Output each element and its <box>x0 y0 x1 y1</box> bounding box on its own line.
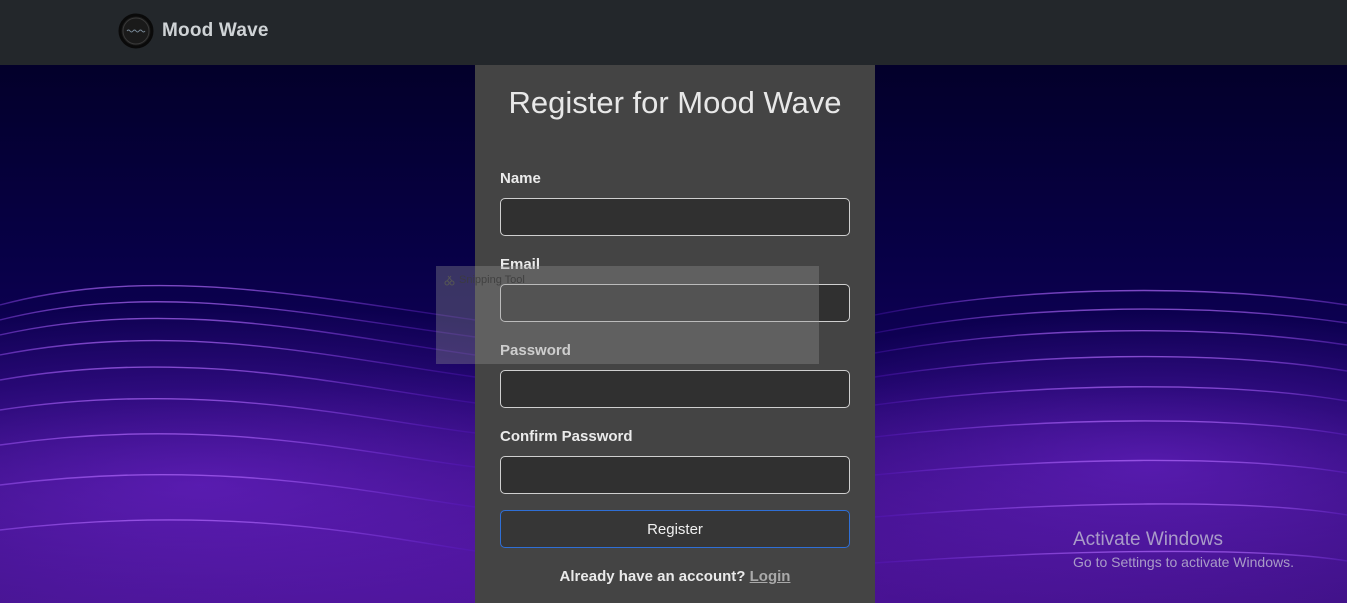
page-title: Register for Mood Wave <box>508 85 842 120</box>
name-label: Name <box>500 170 541 187</box>
name-field[interactable] <box>500 198 850 236</box>
register-button[interactable]: Register <box>500 510 850 548</box>
activate-windows-title: Activate Windows <box>1073 529 1223 550</box>
scissors-icon <box>444 275 455 285</box>
top-navbar: Mood Wave <box>0 0 1347 65</box>
login-prompt: Already have an account? Login <box>475 568 875 585</box>
activate-windows-subtitle: Go to Settings to activate Windows. <box>1073 554 1294 570</box>
snipping-tool-title: Snipping Tool <box>444 274 525 286</box>
password-field[interactable] <box>500 370 850 408</box>
brand-name: Mood Wave <box>162 20 269 41</box>
login-link[interactable]: Login <box>750 568 791 585</box>
activate-windows-watermark: Activate Windows Go to Settings to activ… <box>1073 529 1294 572</box>
snipping-tool-label: Snipping Tool <box>459 274 525 286</box>
snipping-tool-overlay[interactable]: Snipping Tool <box>436 266 819 364</box>
confirm-password-label: Confirm Password <box>500 428 633 445</box>
login-prompt-text: Already have an account? <box>559 568 746 585</box>
confirm-password-field[interactable] <box>500 456 850 494</box>
brand-link[interactable]: Mood Wave <box>118 13 269 49</box>
wave-logo-icon <box>118 13 154 49</box>
